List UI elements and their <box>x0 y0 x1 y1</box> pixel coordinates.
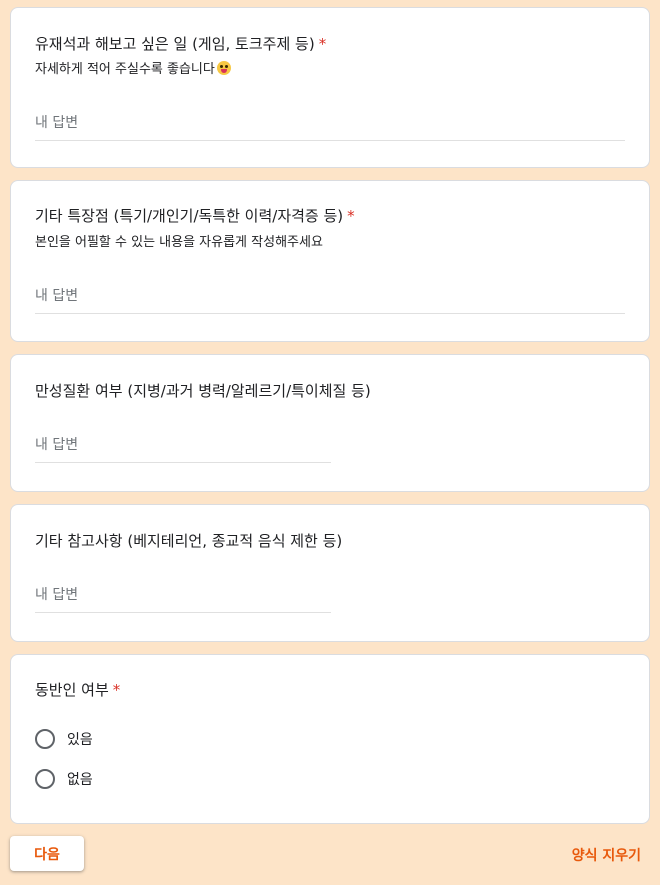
question-card-2: 기타 특장점 (특기/개인기/독특한 이력/자격증 등) * 본인을 어필할 수 … <box>10 180 650 342</box>
required-asterisk: * <box>318 35 327 53</box>
question-title: 기타 특장점 (특기/개인기/독특한 이력/자격증 등) * <box>35 206 355 226</box>
radio-button-icon[interactable] <box>35 769 55 789</box>
question-title-text: 기타 참고사항 (베지테리언, 종교적 음식 제한 등) <box>35 532 343 550</box>
question-title-text: 유재석과 해보고 싶은 일 (게임, 토크주제 등) <box>35 35 315 53</box>
required-asterisk: * <box>347 207 355 225</box>
question-title-text: 동반인 여부 <box>35 681 109 699</box>
grinning-tongue-emoji-icon <box>216 61 231 75</box>
radio-button-icon[interactable] <box>35 729 55 749</box>
question-title-text: 기타 특장점 (특기/개인기/독특한 이력/자격증 등) <box>35 207 344 225</box>
radio-option-label: 없음 <box>67 772 93 788</box>
required-asterisk: * <box>112 681 121 699</box>
question-title: 기타 참고사항 (베지테리언, 종교적 음식 제한 등) <box>35 531 342 551</box>
question-card-4: 기타 참고사항 (베지테리언, 종교적 음식 제한 등) <box>10 504 650 642</box>
question-title: 만성질환 여부 (지병/과거 병력/알레르기/특이체질 등) <box>35 381 371 401</box>
question-title-text: 만성질환 여부 (지병/과거 병력/알레르기/특이체질 등) <box>35 382 371 400</box>
question-title: 동반인 여부 * <box>35 680 120 700</box>
clear-form-button[interactable]: 양식 지우기 <box>572 845 641 865</box>
radio-option-yes[interactable]: 있음 <box>35 729 93 749</box>
radio-option-label: 있음 <box>67 732 93 748</box>
answer-input[interactable] <box>35 434 331 463</box>
next-button[interactable]: 다음 <box>10 836 84 871</box>
question-card-5: 동반인 여부 * 있음 없음 <box>10 654 650 824</box>
answer-input[interactable] <box>35 112 625 141</box>
question-card-3: 만성질환 여부 (지병/과거 병력/알레르기/특이체질 등) <box>10 354 650 492</box>
answer-input[interactable] <box>35 285 625 314</box>
radio-option-no[interactable]: 없음 <box>35 769 93 789</box>
question-title: 유재석과 해보고 싶은 일 (게임, 토크주제 등) * <box>35 34 326 54</box>
question-description: 본인을 어필할 수 있는 내용을 자유롭게 작성해주세요 <box>35 235 323 250</box>
answer-input[interactable] <box>35 584 331 613</box>
question-card-1: 유재석과 해보고 싶은 일 (게임, 토크주제 등) * 자세하게 적어 주실수록… <box>10 7 650 168</box>
question-description: 자세하게 적어 주실수록 좋습니다 <box>35 61 231 79</box>
question-description-text: 자세하게 적어 주실수록 좋습니다 <box>35 62 215 77</box>
